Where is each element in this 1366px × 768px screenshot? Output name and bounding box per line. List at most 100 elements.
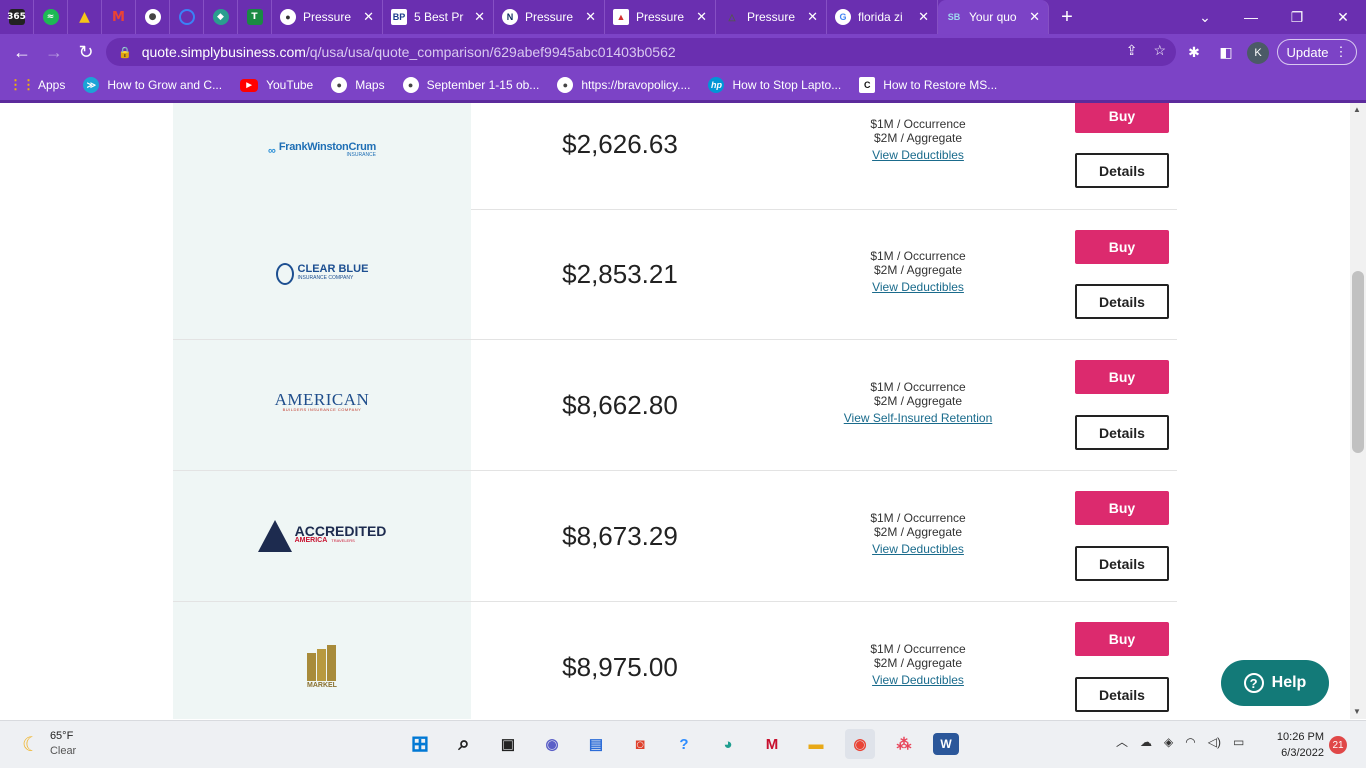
windows-taskbar: ☾ 65°F Clear ⊞ ⌕ ▣ ◉ ▤ ◙ ? ◕ M ▬ ◉ ⁂ W ︿… bbox=[0, 720, 1366, 768]
spotify-icon: ≈ bbox=[42, 9, 59, 25]
close-icon[interactable]: ✕ bbox=[807, 9, 818, 25]
bookmark-maps[interactable]: ● Maps bbox=[331, 77, 385, 93]
pinned-tab-t[interactable]: T bbox=[238, 0, 272, 34]
search-icon[interactable]: ⌕ bbox=[449, 729, 479, 759]
pinned-tab-365[interactable]: 365 bbox=[0, 0, 34, 34]
word-icon[interactable]: W bbox=[933, 733, 959, 755]
pinned-tab-gmail[interactable]: M bbox=[102, 0, 136, 34]
lock-icon[interactable]: 🔒 bbox=[118, 46, 132, 59]
buy-button[interactable]: Buy bbox=[1075, 360, 1169, 394]
markel-building-icon bbox=[307, 645, 337, 681]
tab-pressure-4[interactable]: △ Pressure ✕ bbox=[716, 0, 827, 34]
buy-button[interactable]: Buy bbox=[1075, 230, 1169, 264]
clock[interactable]: 10:26 PM 6/3/2022 bbox=[1270, 729, 1324, 761]
pinned-tab-shield[interactable]: ◆ bbox=[204, 0, 238, 34]
buy-button[interactable]: Buy bbox=[1075, 622, 1169, 656]
tab-title: Pressure bbox=[303, 10, 352, 24]
pinned-tab-spotify[interactable]: ≈ bbox=[34, 0, 68, 34]
office-icon[interactable]: ◙ bbox=[625, 729, 655, 759]
store-icon[interactable]: ▤ bbox=[581, 729, 611, 759]
tab-your-quote[interactable]: SB Your quo ✕ bbox=[938, 0, 1049, 34]
tab-florida[interactable]: G florida zi ✕ bbox=[827, 0, 938, 34]
page-scrollbar[interactable]: ▲ ▼ bbox=[1350, 103, 1366, 719]
help-button[interactable]: ? Help bbox=[1221, 660, 1329, 706]
tab-pressure-3[interactable]: ▲ Pressure ✕ bbox=[605, 0, 716, 34]
scroll-thumb[interactable] bbox=[1352, 271, 1364, 453]
wifi-icon[interactable]: ◠ bbox=[1185, 735, 1195, 749]
tab-pressure-1[interactable]: ● Pressure ✕ bbox=[272, 0, 383, 34]
details-button[interactable]: Details bbox=[1075, 677, 1169, 712]
coverage-limits: $1M / Occurrence $2M / Aggregate View Se… bbox=[793, 380, 1043, 425]
onedrive-icon[interactable]: ☁ bbox=[1140, 735, 1152, 749]
close-icon[interactable]: ✕ bbox=[696, 9, 707, 25]
aggregate-limit: $2M / Aggregate bbox=[873, 656, 963, 670]
weather-widget[interactable]: ☾ 65°F Clear bbox=[22, 729, 76, 759]
teams-chat-icon[interactable]: ◉ bbox=[537, 729, 567, 759]
help-app-icon[interactable]: ? bbox=[669, 729, 699, 759]
t-app-icon: T bbox=[246, 9, 263, 25]
details-button[interactable]: Details bbox=[1075, 415, 1169, 450]
mcafee-icon[interactable]: M bbox=[757, 729, 787, 759]
side-panel-icon[interactable]: ◧ bbox=[1214, 40, 1238, 64]
tab-search-icon[interactable]: ⌄ bbox=[1182, 0, 1228, 34]
details-button[interactable]: Details bbox=[1075, 284, 1169, 319]
details-button[interactable]: Details bbox=[1075, 153, 1169, 188]
view-deductibles-link[interactable]: View Deductibles bbox=[793, 673, 1043, 687]
task-view-icon[interactable]: ▣ bbox=[493, 729, 523, 759]
insurer-logo: ACCREDITED AMERICA TRAVELERS bbox=[173, 471, 471, 601]
scroll-down-icon[interactable]: ▼ bbox=[1353, 707, 1361, 716]
extensions-icon[interactable]: ✱ bbox=[1182, 40, 1206, 64]
pinned-tab-drive[interactable]: ▲ bbox=[68, 0, 102, 34]
bookmark-star-icon[interactable]: ☆ bbox=[1153, 42, 1166, 59]
bookmark-stop-laptop[interactable]: hp How to Stop Lapto... bbox=[708, 77, 841, 93]
view-deductibles-link[interactable]: View Deductibles bbox=[793, 542, 1043, 556]
back-icon[interactable]: ← bbox=[6, 36, 38, 68]
forward-icon[interactable]: → bbox=[38, 36, 70, 68]
bp-icon: BP bbox=[391, 9, 407, 25]
share-icon[interactable]: ⇪ bbox=[1126, 42, 1138, 59]
dropbox-icon[interactable]: ◈ bbox=[1164, 735, 1173, 749]
close-window-icon[interactable]: ✕ bbox=[1320, 0, 1366, 34]
pinned-tab-globe[interactable]: ● bbox=[136, 0, 170, 34]
update-button[interactable]: Update ⋮ bbox=[1277, 39, 1357, 65]
chrome-icon[interactable]: ◉ bbox=[845, 729, 875, 759]
bookmark-september[interactable]: ● September 1-15 ob... bbox=[402, 77, 539, 93]
bookmark-youtube[interactable]: ▶ YouTube bbox=[240, 78, 313, 92]
close-icon[interactable]: ✕ bbox=[1029, 9, 1040, 25]
restore-icon[interactable]: ❐ bbox=[1274, 0, 1320, 34]
scroll-up-icon[interactable]: ▲ bbox=[1353, 105, 1361, 114]
buy-button[interactable]: Buy bbox=[1075, 491, 1169, 525]
address-bar[interactable]: 🔒 quote.simplybusiness.com/q/usa/usa/quo… bbox=[106, 38, 1176, 66]
reload-icon[interactable]: ↻ bbox=[70, 36, 102, 68]
close-icon[interactable]: ✕ bbox=[585, 9, 596, 25]
edge-icon[interactable]: ◕ bbox=[713, 729, 743, 759]
asana-icon[interactable]: ⁂ bbox=[889, 729, 919, 759]
buy-button[interactable]: Buy bbox=[1075, 103, 1169, 133]
bookmark-grow[interactable]: ≫ How to Grow and C... bbox=[83, 77, 222, 93]
close-icon[interactable]: ✕ bbox=[363, 9, 374, 25]
tab-pressure-2[interactable]: N Pressure ✕ bbox=[494, 0, 605, 34]
view-self-insured-retention-link[interactable]: View Self-Insured Retention bbox=[793, 411, 1043, 425]
view-deductibles-link[interactable]: View Deductibles bbox=[793, 148, 1043, 162]
moon-icon: ☾ bbox=[22, 733, 40, 756]
file-explorer-icon[interactable]: ▬ bbox=[801, 729, 831, 759]
tab-5-best[interactable]: BP 5 Best Pr ✕ bbox=[383, 0, 494, 34]
bookmark-bravopolicy[interactable]: ● https://bravopolicy.... bbox=[557, 77, 690, 93]
avatar[interactable]: K bbox=[1247, 42, 1269, 64]
notification-badge[interactable]: 21 bbox=[1329, 736, 1347, 754]
chevron-up-icon[interactable]: ︿ bbox=[1116, 733, 1128, 750]
close-icon[interactable]: ✕ bbox=[918, 9, 929, 25]
bookmark-apps[interactable]: ⋮⋮ Apps bbox=[9, 77, 65, 93]
minimize-icon[interactable]: — bbox=[1228, 0, 1274, 34]
view-deductibles-link[interactable]: View Deductibles bbox=[793, 280, 1043, 294]
weather-condition: Clear bbox=[49, 745, 77, 757]
tab-strip: 365 ≈ ▲ M ● ◆ T ● Pressure ✕ BP 5 Best P… bbox=[0, 0, 1366, 34]
close-icon[interactable]: ✕ bbox=[474, 9, 485, 25]
bookmark-restore-ms[interactable]: C How to Restore MS... bbox=[859, 77, 997, 93]
pinned-tab-circle[interactable] bbox=[170, 0, 204, 34]
battery-icon[interactable]: ▭ bbox=[1233, 735, 1244, 749]
new-tab-button[interactable]: + bbox=[1049, 6, 1085, 29]
windows-start-icon[interactable]: ⊞ bbox=[405, 729, 435, 759]
volume-icon[interactable]: ◁) bbox=[1208, 735, 1221, 749]
details-button[interactable]: Details bbox=[1075, 546, 1169, 581]
